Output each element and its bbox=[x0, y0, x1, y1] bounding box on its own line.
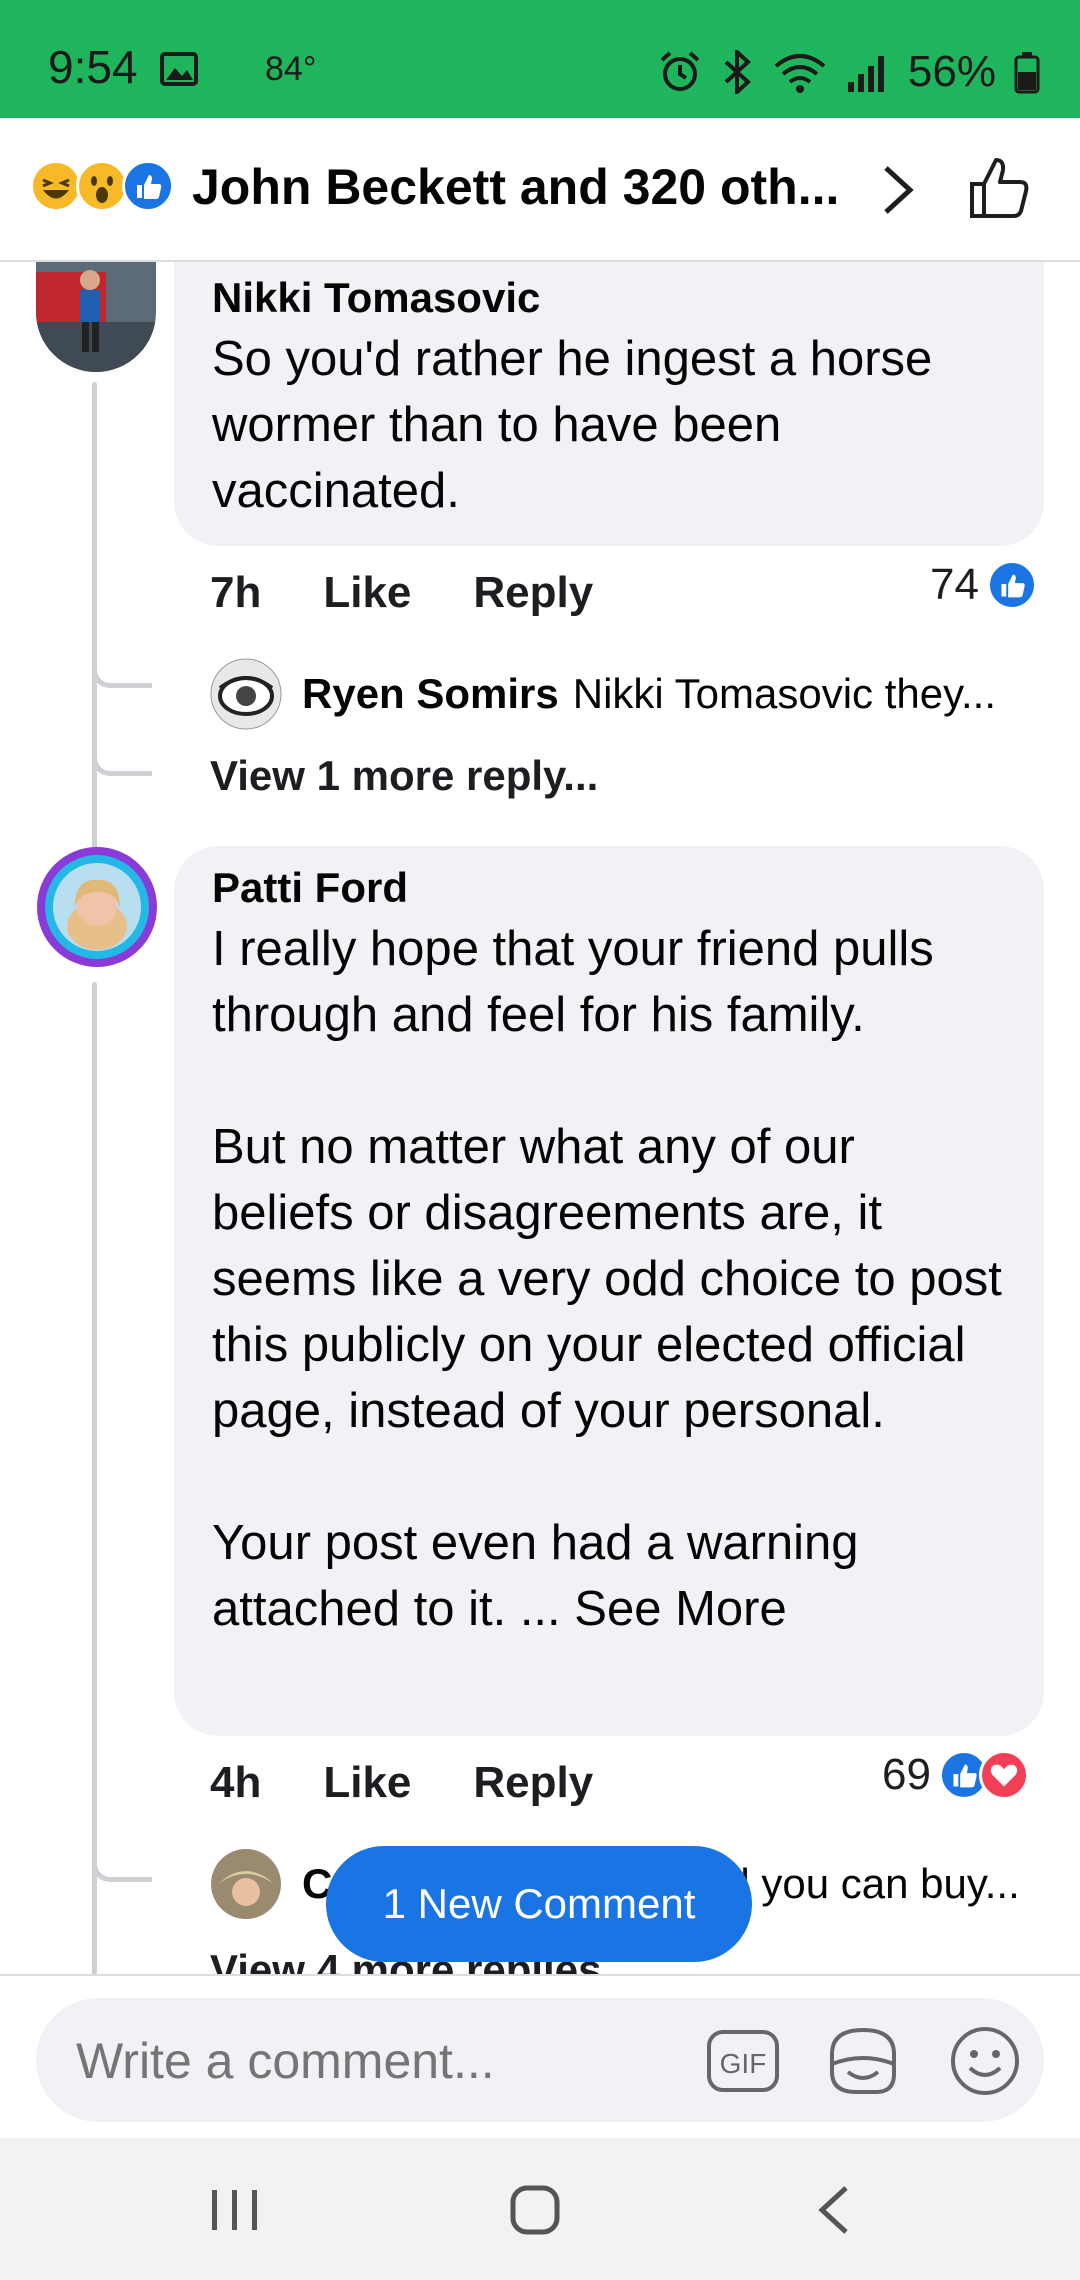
reaction-count[interactable]: 74 bbox=[930, 560, 1037, 610]
status-bar: 9:54 84° 56% bbox=[0, 0, 1080, 118]
alarm-icon bbox=[660, 51, 700, 91]
avatar[interactable] bbox=[36, 262, 156, 372]
status-time: 9:54 bbox=[48, 41, 138, 93]
comment-bubble[interactable]: Patti Ford I really hope that your frien… bbox=[174, 846, 1044, 1736]
status-icons: 56% bbox=[658, 42, 1040, 102]
comment-body: I really hope that your friend pulls thr… bbox=[212, 922, 1002, 1636]
emoji-icon[interactable] bbox=[948, 2024, 1022, 2098]
comment-actions: 4h Like Reply bbox=[210, 1758, 655, 1808]
reaction-summary[interactable] bbox=[30, 160, 174, 216]
comment-text: So you'd rather he ingest a horse wormer… bbox=[212, 332, 933, 518]
haha-icon bbox=[30, 160, 82, 212]
view-more-replies[interactable]: View 1 more reply... bbox=[210, 752, 598, 800]
reaction-count[interactable]: 69 bbox=[882, 1750, 1029, 1800]
love-icon bbox=[978, 1750, 1029, 1800]
system-nav-bar bbox=[0, 2138, 1080, 2280]
chevron-right-icon[interactable] bbox=[878, 162, 918, 218]
comment-bubble[interactable]: Nikki Tomasovic So you'd rather he inges… bbox=[174, 262, 1044, 546]
reactions-title[interactable]: John Beckett and 320 oth... bbox=[192, 158, 839, 216]
reply-button[interactable]: Reply bbox=[473, 568, 593, 618]
thread-elbow bbox=[92, 1822, 152, 1882]
comment-input[interactable] bbox=[76, 2032, 696, 2090]
battery-icon bbox=[1014, 52, 1040, 94]
comment-composer: GIF bbox=[0, 1974, 1080, 2138]
reply-snippet: Nikki Tomasovic they... bbox=[572, 670, 997, 717]
avatar[interactable] bbox=[36, 846, 158, 968]
comment-author[interactable]: Patti Ford bbox=[212, 864, 1006, 912]
reply-button[interactable]: Reply bbox=[473, 1758, 593, 1808]
gif-label: GIF bbox=[720, 2048, 767, 2079]
reaction-count-number: 74 bbox=[930, 560, 979, 609]
thread-elbow bbox=[92, 632, 152, 688]
like-icon bbox=[122, 160, 174, 212]
thread-elbow bbox=[92, 702, 152, 776]
reply-preview[interactable]: Ryen Somirs Nikki Tomasovic they... bbox=[210, 658, 996, 730]
like-button[interactable]: Like bbox=[323, 1758, 411, 1808]
comment-author[interactable]: Nikki Tomasovic bbox=[212, 274, 1006, 322]
comment-feed[interactable]: Nikki Tomasovic So you'd rather he inges… bbox=[0, 262, 1080, 1974]
battery-percent: 56% bbox=[907, 47, 996, 96]
back-icon[interactable] bbox=[800, 2178, 870, 2242]
status-temperature: 84° bbox=[265, 50, 317, 88]
like-button[interactable]: Like bbox=[323, 568, 411, 618]
comment-time: 7h bbox=[210, 568, 262, 617]
like-icon bbox=[986, 560, 1037, 610]
recent-apps-icon[interactable] bbox=[200, 2178, 270, 2242]
gif-icon[interactable]: GIF bbox=[706, 2024, 780, 2098]
see-more-link[interactable]: ... See More bbox=[520, 1582, 787, 1636]
reply-author[interactable]: Ryen Somirs bbox=[302, 670, 559, 718]
bluetooth-icon bbox=[724, 50, 751, 94]
wow-icon bbox=[76, 160, 128, 212]
composer-box[interactable]: GIF bbox=[36, 1998, 1044, 2122]
signal-icon bbox=[847, 56, 884, 92]
gallery-icon bbox=[160, 52, 198, 86]
comment-time: 4h bbox=[210, 1758, 262, 1807]
thumbs-up-icon[interactable] bbox=[968, 154, 1032, 220]
comment-text: I really hope that your friend pulls thr… bbox=[212, 916, 1006, 1642]
sticker-icon[interactable] bbox=[826, 2024, 900, 2098]
comment-actions: 7h Like Reply bbox=[210, 568, 655, 618]
wifi-icon bbox=[774, 54, 826, 93]
home-icon[interactable] bbox=[500, 2178, 570, 2242]
reply-snippet: d you can buy... bbox=[726, 1860, 1020, 1907]
new-comment-button[interactable]: 1 New Comment bbox=[326, 1846, 752, 1962]
reaction-count-number: 69 bbox=[882, 1750, 931, 1799]
avatar[interactable] bbox=[210, 658, 282, 730]
avatar[interactable] bbox=[210, 1848, 282, 1920]
